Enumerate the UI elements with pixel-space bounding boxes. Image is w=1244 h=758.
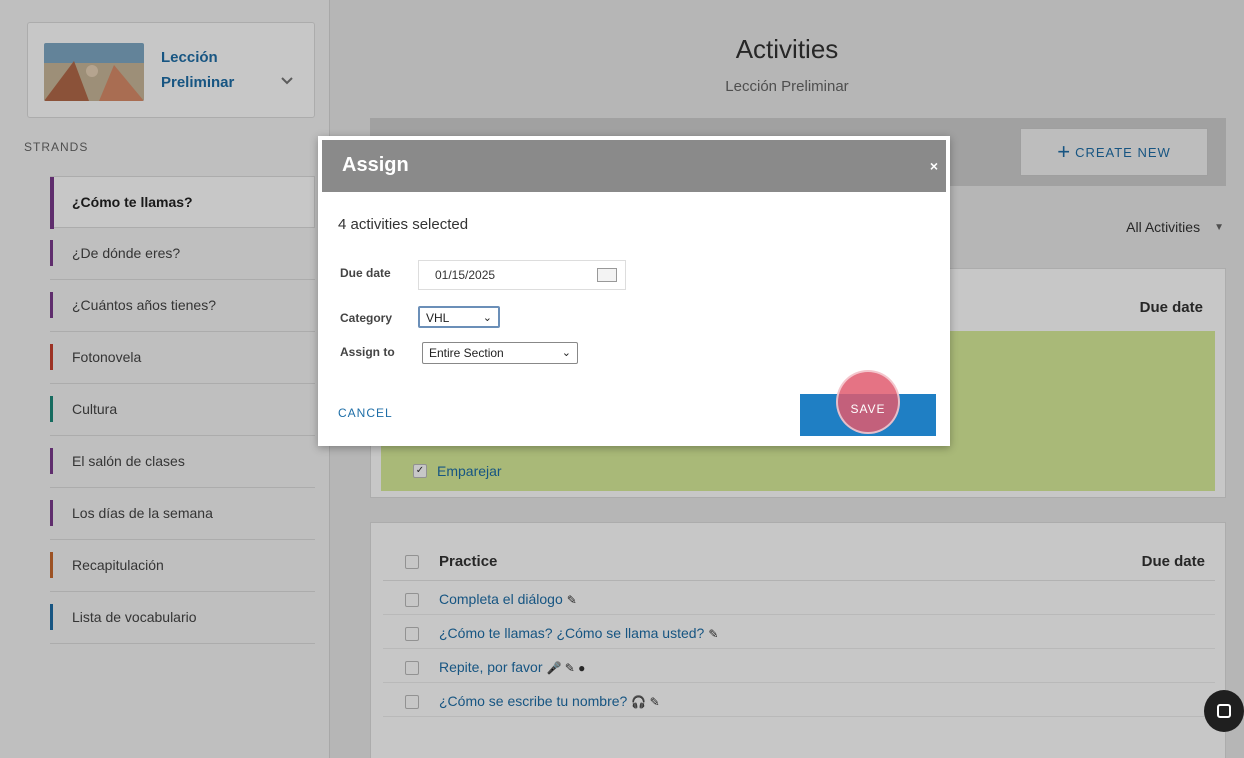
- due-date-label: Due date: [340, 266, 391, 280]
- cancel-button[interactable]: CANCEL: [338, 406, 393, 420]
- calendar-icon[interactable]: [597, 268, 617, 282]
- due-date-value: 01/15/2025: [435, 268, 496, 282]
- close-icon[interactable]: ×: [930, 158, 938, 174]
- category-select[interactable]: VHL ⌄: [418, 306, 500, 328]
- assign-to-label: Assign to: [340, 345, 395, 359]
- caret-down-icon: ⌄: [482, 312, 492, 324]
- chat-icon[interactable]: [1204, 690, 1244, 732]
- due-date-input[interactable]: 01/15/2025: [418, 260, 626, 290]
- assign-to-select[interactable]: Entire Section ⌄: [422, 342, 578, 364]
- category-label: Category: [340, 311, 393, 325]
- assign-to-value: Entire Section: [429, 346, 504, 360]
- category-value: VHL: [426, 311, 450, 325]
- save-button-label[interactable]: SAVE: [836, 402, 900, 416]
- caret-down-icon: ⌄: [561, 347, 571, 359]
- modal-header: Assign ×: [322, 140, 946, 192]
- modal-title: Assign: [342, 154, 409, 176]
- selected-count-text: 4 activities selected: [338, 216, 469, 233]
